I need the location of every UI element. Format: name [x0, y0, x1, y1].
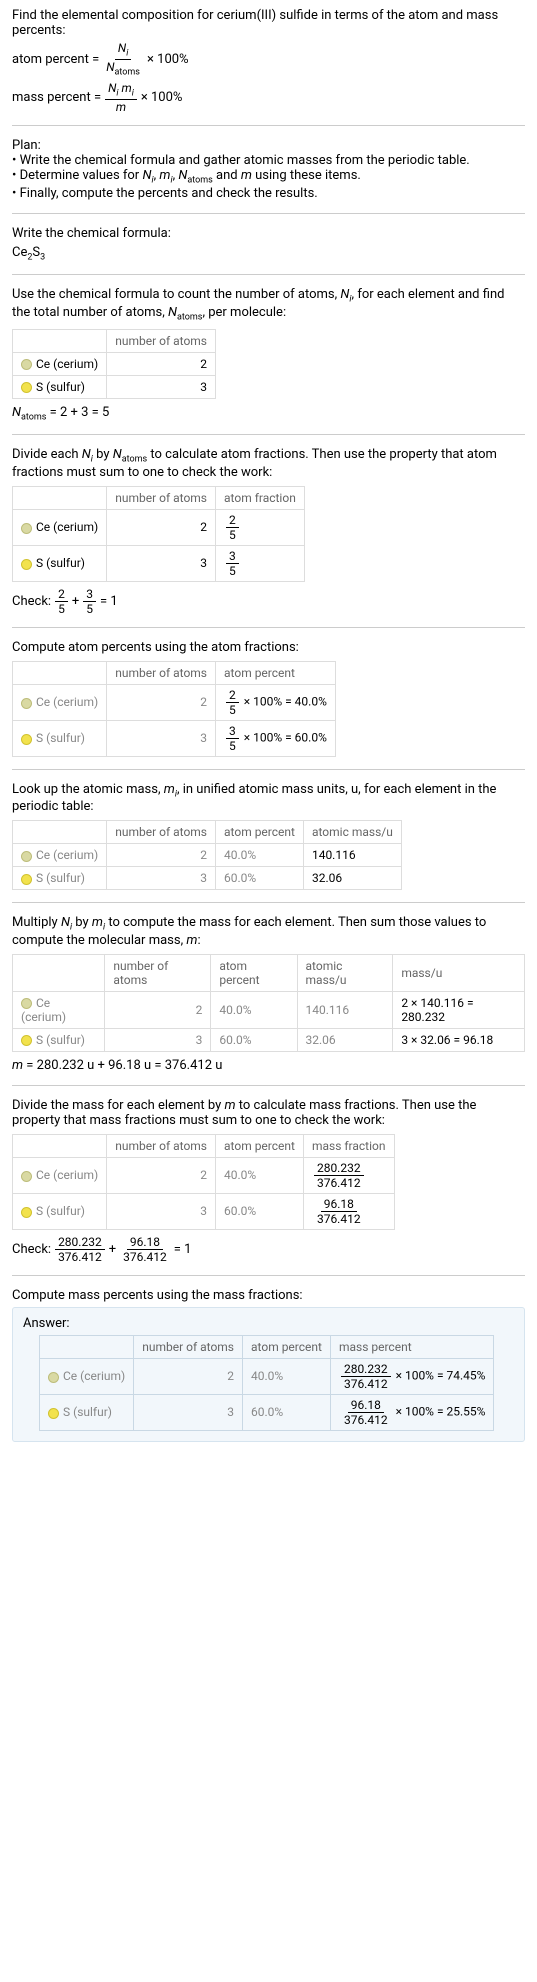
cerium-dot-icon — [48, 1372, 59, 1383]
cerium-dot-icon — [21, 851, 32, 862]
atoms-total: Natoms = 2 + 3 = 5 — [12, 405, 525, 423]
table-row: S (sulfur) 3 60.0% 96.18376.412 — [13, 1193, 395, 1229]
atom-fractions-section: Divide each Ni by Natoms to calculate at… — [12, 447, 525, 615]
sulfur-dot-icon — [21, 559, 32, 570]
chemical-formula-title: Write the chemical formula: — [12, 226, 525, 241]
intro-text: Find the elemental composition for ceriu… — [12, 8, 525, 38]
molecular-mass-table: number of atomsatom percentatomic mass/u… — [12, 954, 525, 1052]
sulfur-dot-icon — [21, 382, 32, 393]
mass-fractions-check: Check: 280.232376.412 + 96.18376.412 = 1 — [12, 1236, 525, 1263]
mass-fractions-section: Divide the mass for each element by m to… — [12, 1098, 525, 1263]
plan-section: Plan: • Write the chemical formula and g… — [12, 138, 525, 201]
cerium-dot-icon — [21, 698, 32, 709]
count-atoms-section: Use the chemical formula to count the nu… — [12, 287, 525, 422]
molecular-mass-total: m = 280.232 u + 96.18 u = 376.412 u — [12, 1058, 525, 1073]
atom-fractions-check: Check: 25 + 35 = 1 — [12, 588, 525, 615]
chemical-formula: Ce2S3 — [12, 245, 525, 263]
table-row: Ce (cerium) 2 40.0% 280.232376.412 × 100… — [40, 1358, 494, 1394]
atom-percent-formula: atom percent = Ni Natoms × 100% — [12, 42, 525, 78]
plan-bullet-3: • Finally, compute the percents and chec… — [12, 186, 525, 201]
plan-title: Plan: — [12, 138, 525, 153]
sulfur-dot-icon — [21, 1035, 32, 1046]
atom-percents-table: number of atomsatom percent Ce (cerium) … — [12, 661, 336, 757]
molecular-mass-section: Multiply Ni by mi to compute the mass fo… — [12, 915, 525, 1073]
mass-fractions-table: number of atomsatom percentmass fraction… — [12, 1134, 395, 1230]
table-row: S (sulfur)3 — [13, 375, 216, 398]
table-row: Ce (cerium) 2 40.0% 140.116 2 × 140.116 … — [13, 991, 525, 1028]
plan-bullet-2: • Determine values for Ni, mi, Natoms an… — [12, 168, 525, 186]
cerium-dot-icon — [21, 1171, 32, 1182]
cerium-dot-icon — [21, 359, 32, 370]
plan-bullet-1: • Write the chemical formula and gather … — [12, 153, 525, 168]
chemical-formula-section: Write the chemical formula: Ce2S3 — [12, 226, 525, 263]
table-row: Ce (cerium) 2 40.0% 140.116 — [13, 844, 402, 867]
answer-title: Answer: — [23, 1316, 514, 1331]
table-row: Ce (cerium) 2 25 × 100% = 40.0% — [13, 684, 336, 720]
table-row: S (sulfur) 3 60.0% 96.18376.412 × 100% =… — [40, 1394, 494, 1430]
answer-table: number of atomsatom percentmass percent … — [39, 1335, 494, 1431]
answer-box: Answer: number of atomsatom percentmass … — [12, 1307, 525, 1442]
cerium-dot-icon — [21, 523, 32, 534]
table-row: S (sulfur) 3 60.0% 32.06 3 × 32.06 = 96.… — [13, 1028, 525, 1051]
atomic-mass-section: Look up the atomic mass, mi, in unified … — [12, 782, 525, 891]
cerium-dot-icon — [21, 998, 32, 1009]
intro-section: Find the elemental composition for ceriu… — [12, 8, 525, 113]
sulfur-dot-icon — [21, 874, 32, 885]
table-row: S (sulfur) 3 35 — [13, 545, 305, 581]
atom-fractions-table: number of atomsatom fraction Ce (cerium)… — [12, 486, 305, 582]
atomic-mass-table: number of atomsatom percentatomic mass/u… — [12, 820, 402, 890]
sulfur-dot-icon — [48, 1408, 59, 1419]
table-row: S (sulfur) 3 60.0% 32.06 — [13, 867, 402, 890]
mass-percents-section: Compute mass percents using the mass fra… — [12, 1288, 525, 1303]
table-row: Ce (cerium) 2 40.0% 280.232376.412 — [13, 1157, 395, 1193]
sulfur-dot-icon — [21, 1207, 32, 1218]
sulfur-dot-icon — [21, 734, 32, 745]
count-atoms-table: number of atoms Ce (cerium)2 S (sulfur)3 — [12, 329, 216, 399]
table-row: S (sulfur) 3 35 × 100% = 60.0% — [13, 720, 336, 756]
table-row: Ce (cerium)2 — [13, 352, 216, 375]
mass-percent-formula: mass percent = Ni mi m × 100% — [12, 82, 525, 113]
atom-percents-section: Compute atom percents using the atom fra… — [12, 640, 525, 757]
table-row: Ce (cerium) 2 25 — [13, 509, 305, 545]
